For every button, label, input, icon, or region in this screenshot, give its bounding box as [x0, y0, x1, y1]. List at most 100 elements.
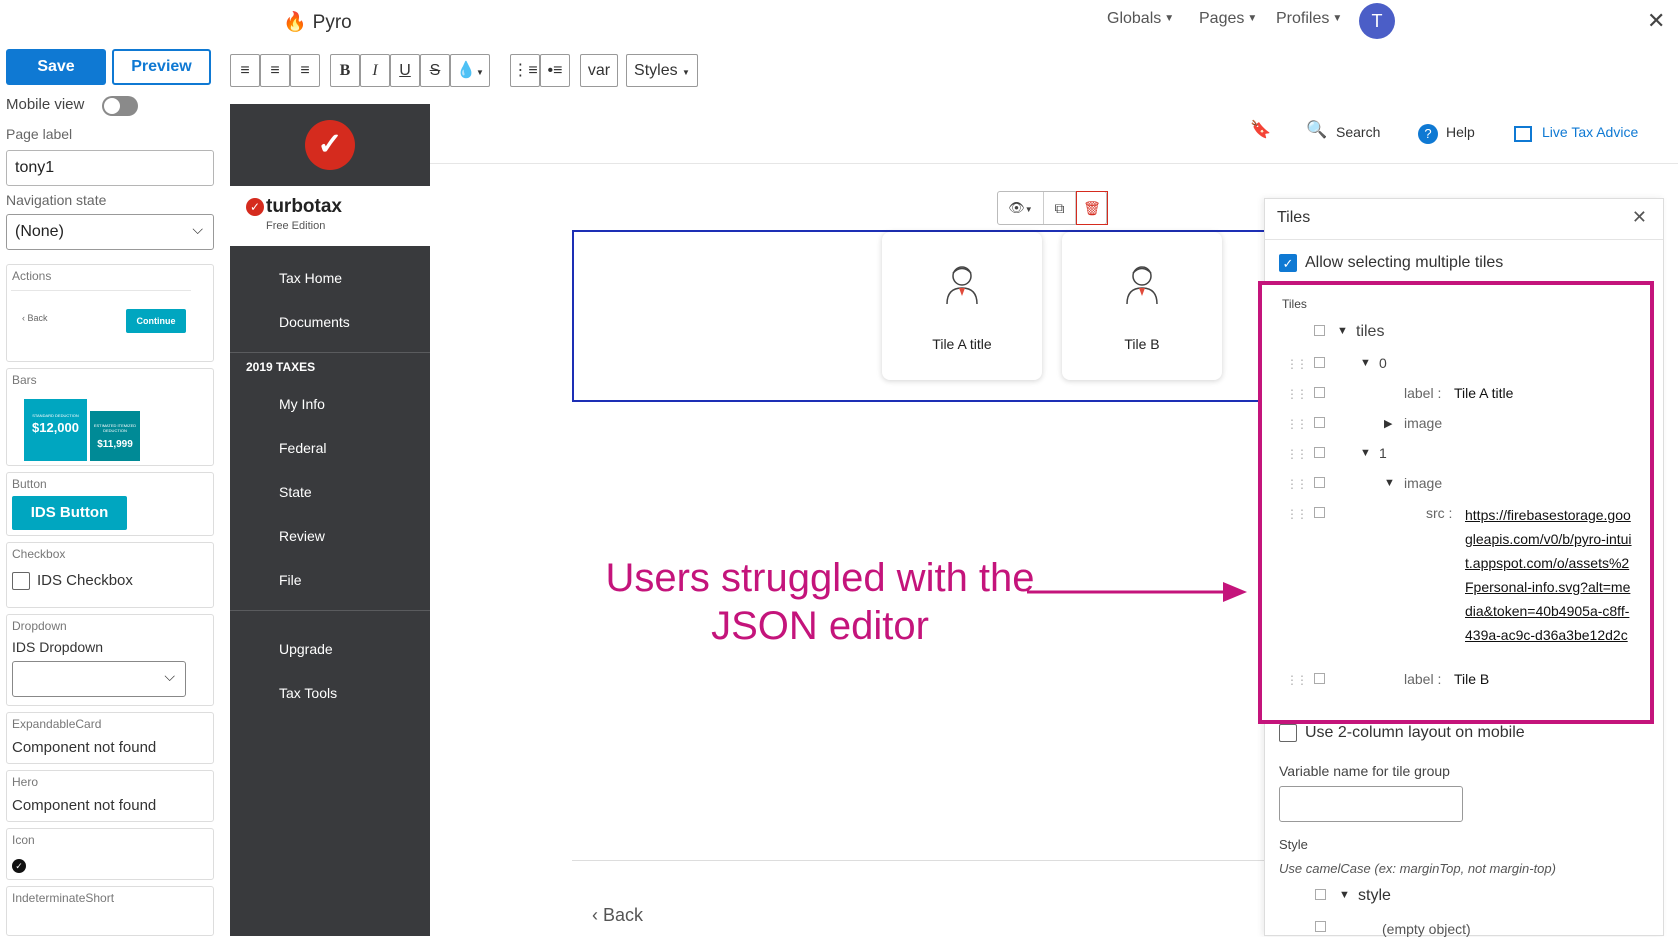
- two-column-checkbox[interactable]: [1279, 724, 1297, 742]
- actions-card[interactable]: Actions ‹ Back Continue: [6, 264, 214, 362]
- unordered-list-button[interactable]: •≡: [540, 54, 570, 87]
- tree-value-label0[interactable]: Tile A title: [1454, 385, 1513, 401]
- copy-button[interactable]: ⧉: [1044, 192, 1076, 224]
- style-child-checkbox[interactable]: [1315, 921, 1326, 932]
- varname-input[interactable]: [1279, 786, 1463, 822]
- tree-select-checkbox[interactable]: [1314, 673, 1325, 684]
- visibility-button[interactable]: 👁▼: [998, 192, 1044, 224]
- style-select-checkbox[interactable]: [1315, 889, 1326, 900]
- checkbox-card[interactable]: Checkbox IDS Checkbox: [6, 542, 214, 608]
- align-right-button[interactable]: ≡: [290, 54, 320, 87]
- nav-my-info[interactable]: My Info: [279, 396, 325, 412]
- globals-menu[interactable]: Globals ▼: [1107, 10, 1174, 28]
- expand-triangle-icon[interactable]: ▼: [1384, 477, 1395, 489]
- nav-documents[interactable]: Documents: [279, 314, 350, 330]
- nav-divider: [230, 610, 430, 611]
- tree-value-label1[interactable]: Tile B: [1454, 671, 1489, 687]
- json-editor[interactable]: Tiles ▼ tiles ⋮⋮ ▼ 0 ⋮⋮ label : Tile A t…: [1258, 281, 1654, 724]
- search-link[interactable]: Search: [1336, 124, 1380, 140]
- nav-state[interactable]: State: [279, 484, 312, 500]
- nav-upgrade[interactable]: Upgrade: [279, 641, 333, 657]
- mobile-view-toggle[interactable]: [102, 96, 138, 116]
- app-name: Pyro: [312, 12, 352, 33]
- collapse-triangle-icon[interactable]: ▶: [1384, 417, 1392, 430]
- indeterminate-card[interactable]: IndeterminateShort: [6, 886, 214, 936]
- color-button[interactable]: 💧▼: [450, 54, 490, 87]
- dropdown-card[interactable]: Dropdown IDS Dropdown ⌵: [6, 614, 214, 706]
- profiles-label: Profiles: [1276, 10, 1330, 27]
- var-button[interactable]: var: [580, 54, 618, 87]
- drag-handle-icon[interactable]: ⋮⋮: [1286, 477, 1308, 491]
- tree-select-checkbox[interactable]: [1314, 325, 1325, 336]
- nav-federal[interactable]: Federal: [279, 440, 326, 456]
- bookmark-icon[interactable]: 🔖: [1250, 120, 1271, 140]
- tree-select-checkbox[interactable]: [1314, 357, 1325, 368]
- italic-button[interactable]: I: [360, 54, 390, 87]
- caret-down-icon: ▼: [1024, 205, 1033, 214]
- icon-card[interactable]: Icon ✓: [6, 828, 214, 880]
- ordered-list-button[interactable]: ⋮≡: [510, 54, 540, 87]
- allow-multiple-checkbox[interactable]: ✓: [1279, 254, 1297, 272]
- icon-card-label: Icon: [12, 833, 35, 847]
- tree-key-index0: 0: [1379, 355, 1387, 371]
- nav-file[interactable]: File: [279, 572, 302, 588]
- dropdown-card-label: Dropdown: [12, 619, 67, 633]
- nav-state-select[interactable]: (None) ⌵: [6, 214, 214, 250]
- bold-button[interactable]: B: [330, 54, 360, 87]
- align-left-button[interactable]: ≡: [230, 54, 260, 87]
- tile-a[interactable]: Tile A title: [882, 232, 1042, 380]
- expand-triangle-icon[interactable]: ▼: [1339, 889, 1350, 901]
- strikethrough-button[interactable]: S: [420, 54, 450, 87]
- chevron-down-icon: ⌵: [192, 221, 203, 237]
- caret-down-icon: ▼: [1247, 13, 1258, 25]
- close-icon[interactable]: ✕: [1632, 207, 1647, 228]
- nav-tax-tools[interactable]: Tax Tools: [279, 685, 337, 701]
- expandable-card[interactable]: ExpandableCard Component not found: [6, 712, 214, 764]
- button-card[interactable]: Button IDS Button: [6, 472, 214, 536]
- drag-handle-icon[interactable]: ⋮⋮: [1286, 387, 1308, 401]
- drag-handle-icon[interactable]: ⋮⋮: [1286, 417, 1308, 431]
- help-link[interactable]: Help: [1446, 124, 1475, 140]
- expand-triangle-icon[interactable]: ▼: [1337, 325, 1348, 337]
- expand-triangle-icon[interactable]: ▼: [1360, 357, 1371, 369]
- turbotax-wordmark: turbotax: [266, 196, 342, 217]
- nav-review[interactable]: Review: [279, 528, 325, 544]
- drag-handle-icon[interactable]: ⋮⋮: [1286, 357, 1308, 371]
- delete-button[interactable]: 🗑: [1076, 191, 1108, 225]
- drag-handle-icon[interactable]: ⋮⋮: [1286, 447, 1308, 461]
- profiles-menu[interactable]: Profiles ▼: [1276, 10, 1342, 28]
- bars-card[interactable]: Bars STANDARD DEDUCTION $12,000 ESTIMATE…: [6, 368, 214, 466]
- actions-back: ‹ Back: [22, 313, 48, 323]
- hero-card[interactable]: Hero Component not found: [6, 770, 214, 822]
- avatar[interactable]: T: [1359, 3, 1395, 39]
- allow-multiple-label: Allow selecting multiple tiles: [1305, 254, 1504, 271]
- styles-dropdown[interactable]: Styles ▼: [626, 54, 698, 87]
- save-button[interactable]: Save: [6, 49, 106, 85]
- copy-icon: ⧉: [1054, 200, 1065, 216]
- tree-select-checkbox[interactable]: [1314, 477, 1325, 488]
- tree-select-checkbox[interactable]: [1314, 387, 1325, 398]
- tree-select-checkbox[interactable]: [1314, 447, 1325, 458]
- caret-down-icon: ▼: [476, 68, 484, 77]
- pages-menu[interactable]: Pages ▼: [1199, 10, 1257, 28]
- eye-icon: 👁: [1008, 200, 1025, 215]
- live-tax-advice-link[interactable]: Live Tax Advice: [1542, 124, 1638, 140]
- tile-b[interactable]: Tile B: [1062, 232, 1222, 380]
- tree-value-src-link[interactable]: https://firebasestorage.googleapis.com/v…: [1465, 503, 1635, 647]
- trash-icon: 🗑: [1083, 200, 1101, 216]
- tree-select-checkbox[interactable]: [1314, 507, 1325, 518]
- tree-select-checkbox[interactable]: [1314, 417, 1325, 428]
- style-root-key: style: [1358, 887, 1391, 904]
- back-button[interactable]: ‹ Back: [592, 905, 643, 926]
- expand-triangle-icon[interactable]: ▼: [1360, 447, 1371, 459]
- drag-handle-icon[interactable]: ⋮⋮: [1286, 507, 1308, 521]
- underline-button[interactable]: U: [390, 54, 420, 87]
- close-icon[interactable]: ✕: [1647, 8, 1665, 34]
- align-center-button[interactable]: ≡: [260, 54, 290, 87]
- drag-handle-icon[interactable]: ⋮⋮: [1286, 673, 1308, 687]
- bullet-list-icon: •≡: [547, 62, 563, 79]
- nav-tax-home[interactable]: Tax Home: [279, 270, 342, 286]
- page-label-input[interactable]: tony1: [6, 150, 214, 186]
- preview-button[interactable]: Preview: [112, 49, 211, 85]
- bar-standard-caption: STANDARD DEDUCTION: [32, 413, 79, 418]
